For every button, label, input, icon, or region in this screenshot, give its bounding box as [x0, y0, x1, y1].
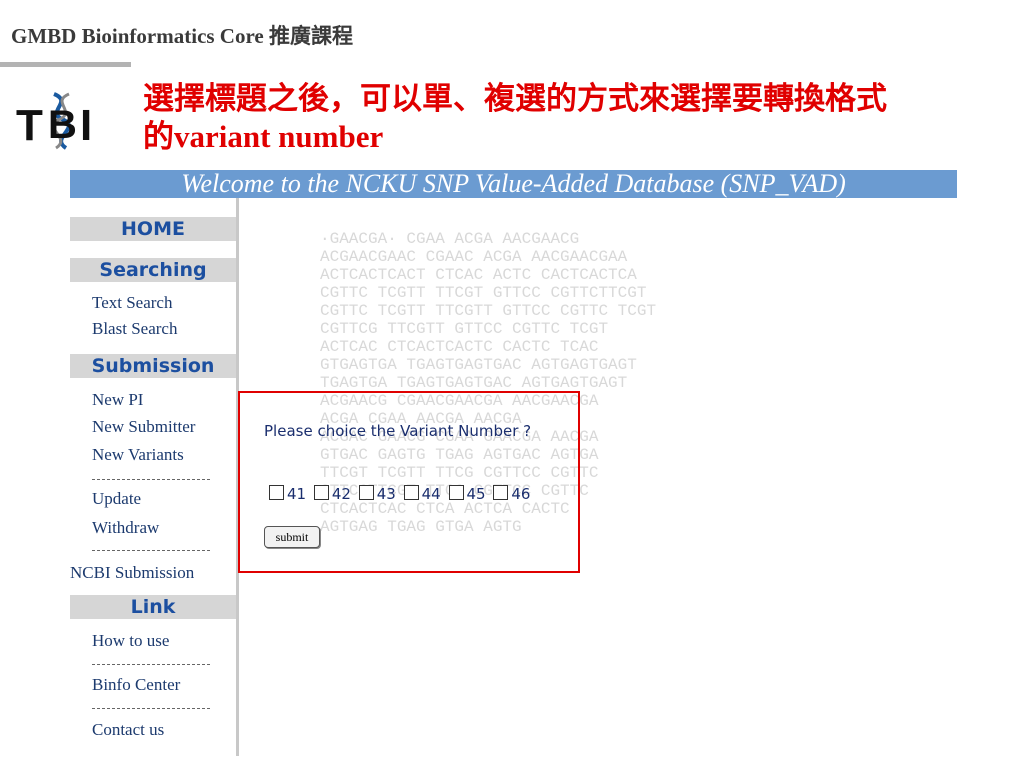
watermark-row: ·GAACGA· CGAA ACGA AACGAACG — [320, 230, 579, 248]
sidebar-separator — [92, 550, 210, 551]
svg-text:I: I — [80, 101, 92, 150]
variant-option-label: 45 — [466, 485, 486, 503]
sidebar-link-contact-us[interactable]: Contact us — [92, 720, 164, 740]
variant-option-label: 42 — [331, 485, 351, 503]
watermark-row: ACTCAC CTCACTCACTC CACTC TCAC — [320, 338, 598, 356]
header-title: GMBD Bioinformatics Core 推廣課程 — [11, 24, 353, 48]
sidebar-link-how-to-use[interactable]: How to use — [92, 631, 169, 651]
submit-button[interactable]: submit — [264, 526, 320, 548]
watermark-row: TGAGTGA TGAGTGAGTGAC AGTGAGTGAGT — [320, 374, 627, 392]
watermark-row: ACTCACTCACT CTCAC ACTC CACTCACTCA — [320, 266, 637, 284]
sidebar-link-text-search[interactable]: Text Search — [92, 293, 172, 313]
variant-option-label: 41 — [287, 485, 307, 503]
sidebar-separator — [92, 708, 210, 709]
variant-question: Please choice the Variant Number ? — [264, 422, 532, 440]
sidebar-link-binfo-center[interactable]: Binfo Center — [92, 675, 180, 695]
watermark-row: CGTTC TCGTT TTCGTT GTTCC CGTTC TCGT — [320, 302, 656, 320]
variant-option-label: 44 — [421, 485, 441, 503]
checkbox-icon[interactable] — [493, 485, 509, 500]
sidebar-separator — [92, 479, 210, 480]
sidebar-heading-submission: Submission — [70, 354, 236, 378]
sidebar-link-blast-search[interactable]: Blast Search — [92, 319, 177, 339]
variant-checkbox-46[interactable]: 46 — [493, 485, 530, 503]
variant-checkbox-group: 41 42 43 44 45 46 — [269, 485, 533, 503]
sidebar-link-ncbi-submission[interactable]: NCBI Submission — [70, 563, 194, 583]
watermark-row: CGTTCG TTCGTT GTTCC CGTTC TCGT — [320, 320, 608, 338]
checkbox-icon[interactable] — [403, 485, 419, 500]
variant-checkbox-43[interactable]: 43 — [358, 485, 396, 503]
checkbox-icon[interactable] — [269, 485, 284, 500]
variant-checkbox-45[interactable]: 45 — [448, 485, 486, 503]
sidebar-link-new-variants[interactable]: New Variants — [92, 445, 184, 465]
checkbox-icon[interactable] — [358, 485, 374, 500]
sidebar-heading-searching: Searching — [70, 258, 236, 282]
variant-option-label: 46 — [511, 485, 531, 503]
sidebar-separator — [92, 664, 210, 665]
slide-title-line2: 的variant number — [143, 119, 384, 154]
watermark-row: ACGAACGAAC CGAAC ACGA AACGAACGAA — [320, 248, 628, 266]
variant-checkbox-44[interactable]: 44 — [403, 485, 441, 503]
variant-checkbox-42[interactable]: 42 — [313, 485, 351, 503]
sidebar-link-new-submitter[interactable]: New Submitter — [92, 417, 195, 437]
slide-title-line1: 選擇標題之後，可以單、複選的方式來選擇要轉換格式 — [143, 81, 887, 116]
welcome-banner: Welcome to the NCKU SNP Value-Added Data… — [70, 170, 957, 198]
svg-text:B: B — [48, 103, 77, 147]
tbi-logo: T I B — [16, 92, 92, 150]
sidebar-link-update[interactable]: Update — [92, 489, 141, 509]
sidebar-link-withdraw[interactable]: Withdraw — [92, 518, 159, 538]
variant-checkbox-41[interactable]: 41 — [269, 485, 306, 503]
checkbox-icon[interactable] — [313, 485, 329, 500]
watermark-row: GTGAGTGA TGAGTGAGTGAC AGTGAGTGAGT — [320, 356, 637, 374]
variant-option-label: 43 — [376, 485, 396, 503]
slide-title: 選擇標題之後，可以單、複選的方式來選擇要轉換格式 的variant number — [143, 80, 1003, 156]
sidebar: HOME Searching Text Search Blast Search … — [70, 198, 236, 758]
header-rule — [0, 62, 131, 67]
sidebar-home[interactable]: HOME — [70, 217, 236, 241]
sidebar-heading-link: Link — [70, 595, 236, 619]
sidebar-link-new-pi[interactable]: New PI — [92, 390, 143, 410]
watermark-row: CGTTC TCGTT TTCGT GTTCC CGTTCTTCGT — [320, 284, 646, 302]
checkbox-icon[interactable] — [448, 485, 464, 500]
svg-text:T: T — [16, 101, 43, 150]
